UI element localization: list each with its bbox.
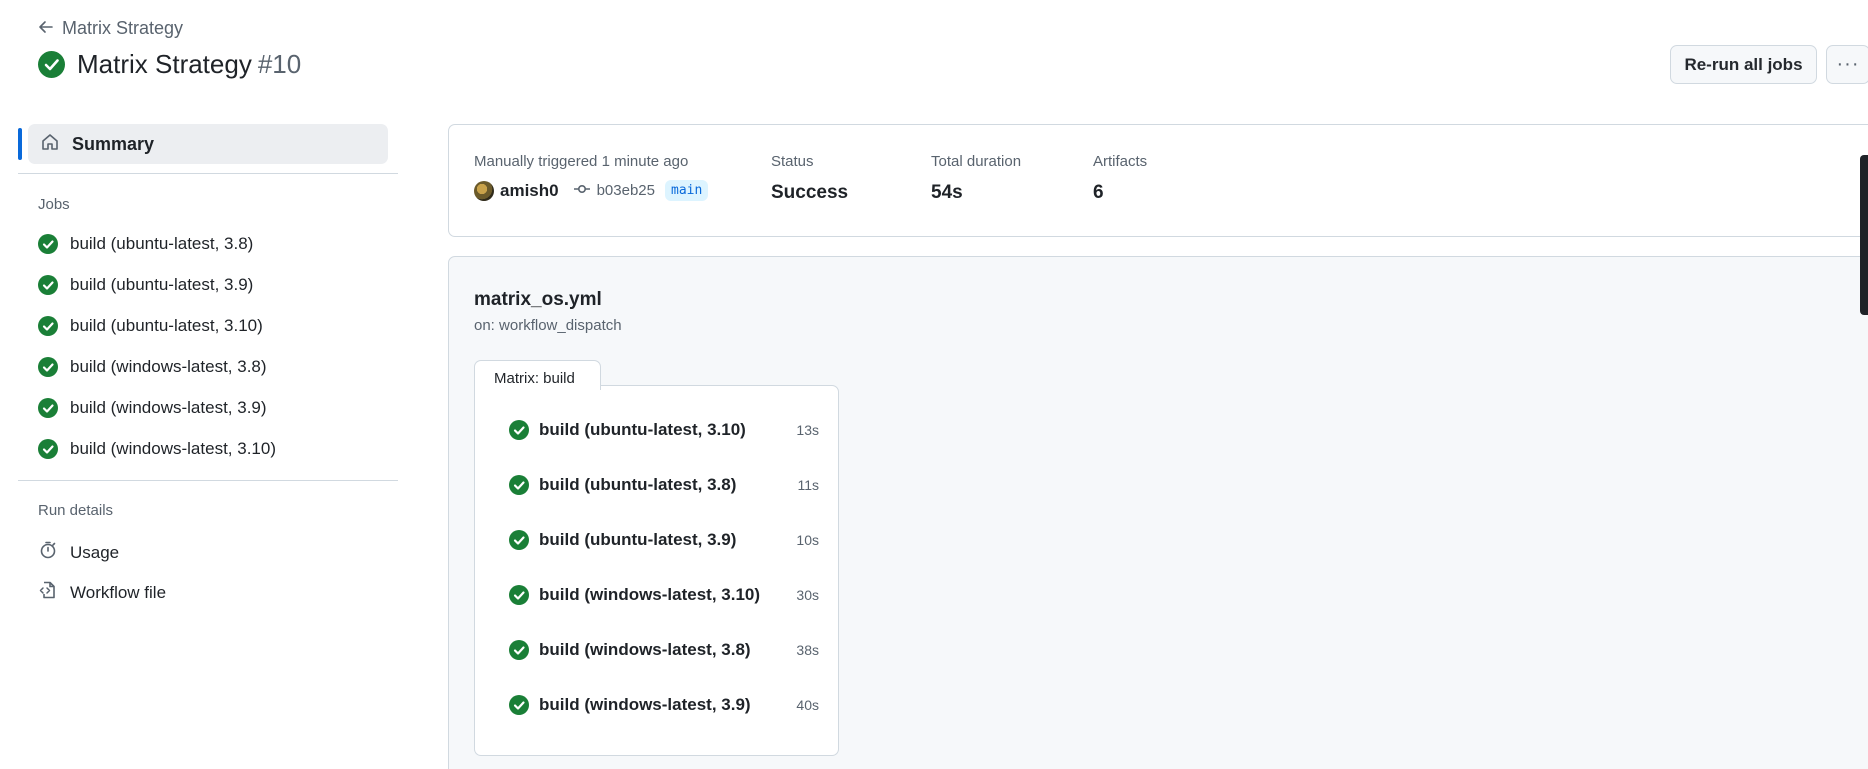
matrix-job-duration: 38s bbox=[796, 642, 819, 658]
sidebar-job-item[interactable]: build (windows-latest, 3.10) bbox=[38, 439, 276, 459]
jobs-section-title: Jobs bbox=[38, 196, 70, 213]
sidebar-job-label: build (ubuntu-latest, 3.10) bbox=[70, 316, 263, 335]
sidebar-job-label: build (windows-latest, 3.9) bbox=[70, 398, 267, 417]
duration-label: Total duration bbox=[931, 153, 1022, 170]
workflow-file-name: matrix_os.yml bbox=[474, 289, 602, 310]
check-circle-icon bbox=[509, 695, 529, 715]
status-column: Status Success bbox=[771, 153, 848, 204]
git-commit-icon bbox=[573, 182, 591, 199]
sidebar-job-item[interactable]: build (ubuntu-latest, 3.9) bbox=[38, 275, 253, 295]
duration-value[interactable]: 54s bbox=[931, 182, 1021, 204]
matrix-job-item[interactable]: build (windows-latest, 3.10) 30s bbox=[509, 585, 819, 605]
actor-link[interactable]: amish0 bbox=[500, 181, 559, 201]
back-link[interactable]: Matrix Strategy bbox=[38, 18, 183, 39]
matrix-job-duration: 11s bbox=[797, 477, 819, 493]
matrix-job-duration: 10s bbox=[796, 532, 819, 548]
arrow-left-icon bbox=[38, 19, 54, 38]
home-icon bbox=[40, 132, 60, 157]
run-summary-card: Manually triggered 1 minute ago amish0 b… bbox=[448, 124, 1868, 237]
avatar[interactable] bbox=[474, 180, 494, 201]
matrix-job-item[interactable]: build (ubuntu-latest, 3.9) 10s bbox=[509, 530, 819, 550]
artifacts-label: Artifacts bbox=[1093, 153, 1148, 170]
check-circle-icon bbox=[509, 475, 529, 495]
sidebar-item-label: Usage bbox=[70, 542, 120, 562]
back-link-label: Matrix Strategy bbox=[62, 18, 184, 38]
sidebar-job-item[interactable]: build (windows-latest, 3.8) bbox=[38, 357, 267, 377]
matrix-job-item[interactable]: build (ubuntu-latest, 3.10) 13s bbox=[509, 420, 819, 440]
stopwatch-icon bbox=[38, 540, 58, 565]
sidebar-job-label: build (ubuntu-latest, 3.9) bbox=[70, 275, 254, 294]
check-circle-icon bbox=[509, 640, 529, 660]
matrix-job-item[interactable]: build (ubuntu-latest, 3.8) 11s bbox=[509, 475, 819, 495]
check-circle-icon bbox=[509, 420, 529, 440]
matrix-job-label: build (windows-latest, 3.8) bbox=[539, 640, 751, 659]
matrix-job-group: build (ubuntu-latest, 3.10) 13s build (u… bbox=[474, 385, 839, 756]
active-indicator bbox=[18, 128, 22, 160]
check-circle-icon bbox=[38, 316, 58, 336]
edge-panel-handle[interactable] bbox=[1860, 155, 1868, 315]
check-circle-icon bbox=[38, 398, 58, 418]
divider bbox=[18, 173, 398, 174]
sidebar-item-usage[interactable]: Usage bbox=[38, 540, 119, 565]
sidebar-job-item[interactable]: build (ubuntu-latest, 3.8) bbox=[38, 234, 253, 254]
matrix-job-label: build (ubuntu-latest, 3.8) bbox=[539, 475, 737, 494]
branch-badge[interactable]: main bbox=[665, 180, 709, 201]
status-value: Success bbox=[771, 182, 849, 203]
check-circle-icon bbox=[38, 357, 58, 377]
matrix-job-label: build (ubuntu-latest, 3.9) bbox=[539, 530, 737, 549]
matrix-job-label: build (windows-latest, 3.9) bbox=[539, 695, 751, 714]
artifacts-value[interactable]: 6 bbox=[1093, 182, 1147, 204]
rerun-all-jobs-button[interactable]: Re-run all jobs bbox=[1670, 45, 1817, 84]
sidebar-item-summary[interactable]: Summary bbox=[18, 124, 388, 164]
matrix-job-label: build (windows-latest, 3.10) bbox=[539, 585, 761, 604]
check-circle-icon bbox=[38, 275, 58, 295]
sidebar-job-label: build (windows-latest, 3.10) bbox=[70, 439, 276, 458]
sidebar-item-label: Workflow file bbox=[70, 582, 167, 602]
page-title-row: Matrix Strategy #10 bbox=[38, 49, 301, 80]
sidebar-job-label: build (windows-latest, 3.8) bbox=[70, 357, 267, 376]
matrix-job-duration: 30s bbox=[796, 587, 819, 603]
matrix-job-duration: 40s bbox=[796, 697, 819, 713]
sidebar-item-label: Summary bbox=[72, 133, 155, 154]
trigger-label: Manually triggered 1 minute ago bbox=[474, 153, 689, 170]
kebab-horizontal-icon: ··· bbox=[1836, 53, 1860, 75]
matrix-job-duration: 13s bbox=[796, 422, 819, 438]
commit-link[interactable]: b03eb25 bbox=[597, 182, 655, 199]
check-circle-icon bbox=[38, 51, 65, 78]
run-details-section-title: Run details bbox=[38, 502, 114, 519]
trigger-column: Manually triggered 1 minute ago amish0 b… bbox=[474, 153, 709, 201]
status-label: Status bbox=[771, 153, 814, 170]
artifacts-column: Artifacts 6 bbox=[1093, 153, 1147, 204]
sidebar-job-item[interactable]: build (windows-latest, 3.9) bbox=[38, 398, 267, 418]
check-circle-icon bbox=[509, 585, 529, 605]
run-number: #10 bbox=[257, 49, 302, 79]
page-title: Matrix Strategy bbox=[77, 49, 252, 79]
duration-column: Total duration 54s bbox=[931, 153, 1021, 204]
check-circle-icon bbox=[38, 439, 58, 459]
matrix-job-label: build (ubuntu-latest, 3.10) bbox=[539, 420, 746, 439]
file-code-icon bbox=[38, 580, 58, 605]
matrix-title: Matrix: build bbox=[474, 360, 601, 390]
sidebar-item-workflow-file[interactable]: Workflow file bbox=[38, 580, 166, 605]
matrix-job-item[interactable]: build (windows-latest, 3.8) 38s bbox=[509, 640, 819, 660]
matrix-job-item[interactable]: build (windows-latest, 3.9) 40s bbox=[509, 695, 819, 715]
sidebar-job-item[interactable]: build (ubuntu-latest, 3.10) bbox=[38, 316, 263, 336]
more-options-button[interactable]: ··· bbox=[1826, 45, 1868, 84]
workflow-trigger: on: workflow_dispatch bbox=[474, 317, 622, 334]
check-circle-icon bbox=[509, 530, 529, 550]
sidebar-job-label: build (ubuntu-latest, 3.8) bbox=[70, 234, 254, 253]
divider bbox=[18, 480, 398, 481]
workflow-graph: matrix_os.yml on: workflow_dispatch Matr… bbox=[448, 256, 1868, 769]
check-circle-icon bbox=[38, 234, 58, 254]
